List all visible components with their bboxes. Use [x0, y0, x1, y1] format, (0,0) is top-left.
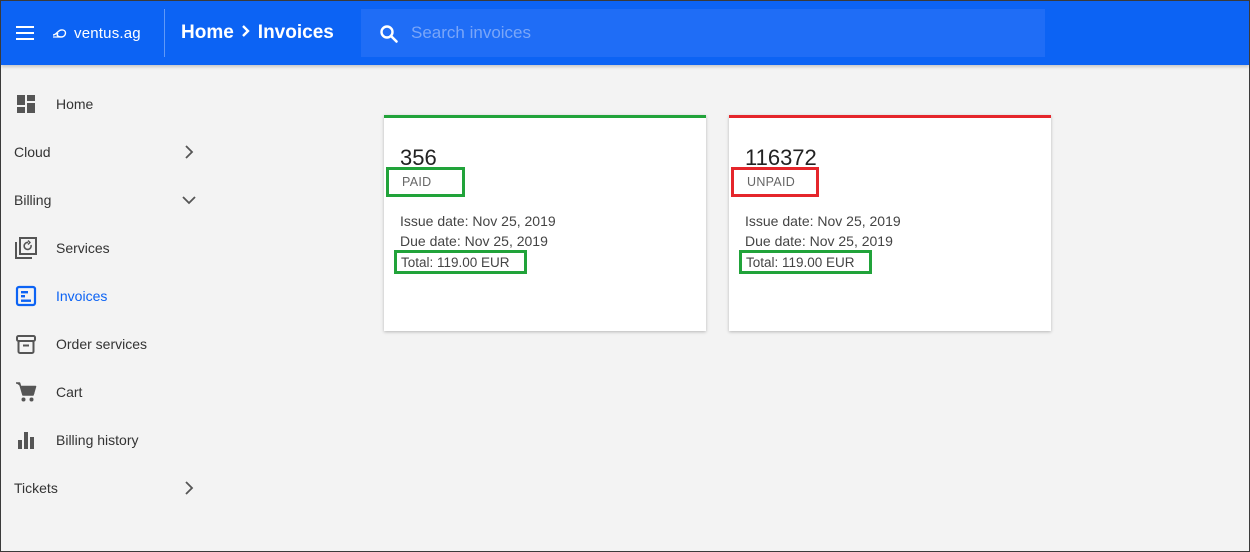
app-window: ventus.ag Home Invoices Home Cloud: [0, 0, 1250, 552]
sidebar-item-label: Cart: [56, 384, 83, 400]
sidebar-item-label: Home: [56, 96, 94, 112]
breadcrumb-invoices[interactable]: Invoices: [258, 22, 334, 44]
sidebar: Home Cloud Billing Services Invoices Ord…: [1, 65, 211, 551]
invoice-total: Total: 119.00 EUR: [394, 250, 527, 274]
sidebar-item-label: Order services: [56, 336, 148, 352]
logo-text: ventus.ag: [74, 24, 141, 42]
search-input[interactable]: [411, 21, 1011, 45]
breadcrumb-home[interactable]: Home: [181, 22, 234, 44]
sidebar-item-cloud[interactable]: Cloud: [1, 128, 211, 176]
issue-date: Issue date: Nov 25, 2019: [400, 213, 556, 229]
chevron-right-icon: [185, 145, 194, 159]
sidebar-item-label: Services: [56, 240, 110, 256]
sidebar-item-tickets[interactable]: Tickets: [1, 464, 211, 512]
sidebar-item-services[interactable]: Services: [1, 224, 211, 272]
sidebar-item-cart[interactable]: Cart: [1, 368, 211, 416]
sidebar-item-label: Cloud: [14, 144, 51, 160]
chevron-right-icon: [240, 21, 252, 44]
dashboard-icon: [15, 93, 37, 115]
sidebar-item-order-services[interactable]: Order services: [1, 320, 211, 368]
status-badge: PAID: [386, 167, 465, 197]
due-date: Due date: Nov 25, 2019: [745, 233, 893, 249]
sidebar-item-label: Billing: [14, 192, 52, 208]
sidebar-item-billing[interactable]: Billing: [1, 176, 211, 224]
status-color-bar: [384, 115, 706, 118]
search-icon[interactable]: [379, 24, 399, 44]
sidebar-item-label: Tickets: [14, 480, 58, 496]
header-divider: [164, 9, 165, 57]
status-color-bar: [729, 115, 1051, 118]
logo-swoosh-icon: [52, 29, 67, 38]
due-date: Due date: Nov 25, 2019: [400, 233, 548, 249]
sidebar-item-label: Invoices: [56, 288, 108, 304]
sidebar-item-label: Billing history: [56, 432, 139, 448]
archive-box-icon: [15, 333, 37, 355]
invoice-total: Total: 119.00 EUR: [739, 250, 872, 274]
breadcrumb: Home Invoices: [181, 21, 334, 44]
sidebar-item-billing-history[interactable]: Billing history: [1, 416, 211, 464]
sidebar-item-invoices[interactable]: Invoices: [1, 272, 211, 320]
status-badge: UNPAID: [731, 167, 819, 197]
logo[interactable]: ventus.ag: [52, 22, 141, 44]
top-app-bar: ventus.ag Home Invoices: [1, 1, 1249, 65]
sidebar-item-home[interactable]: Home: [1, 80, 211, 128]
invoice-card[interactable]: 116372 UNPAID Issue date: Nov 25, 2019 D…: [729, 115, 1051, 331]
search-bar: [361, 9, 1045, 57]
invoice-card[interactable]: 356 PAID Issue date: Nov 25, 2019 Due da…: [384, 115, 706, 331]
chevron-right-icon: [185, 481, 194, 495]
issue-date: Issue date: Nov 25, 2019: [745, 213, 901, 229]
services-icon: [15, 237, 37, 259]
menu-icon[interactable]: [15, 23, 35, 43]
chevron-down-icon: [182, 196, 196, 205]
cart-icon: [15, 381, 37, 403]
invoice-icon: [15, 285, 37, 307]
bar-chart-icon: [15, 429, 37, 451]
